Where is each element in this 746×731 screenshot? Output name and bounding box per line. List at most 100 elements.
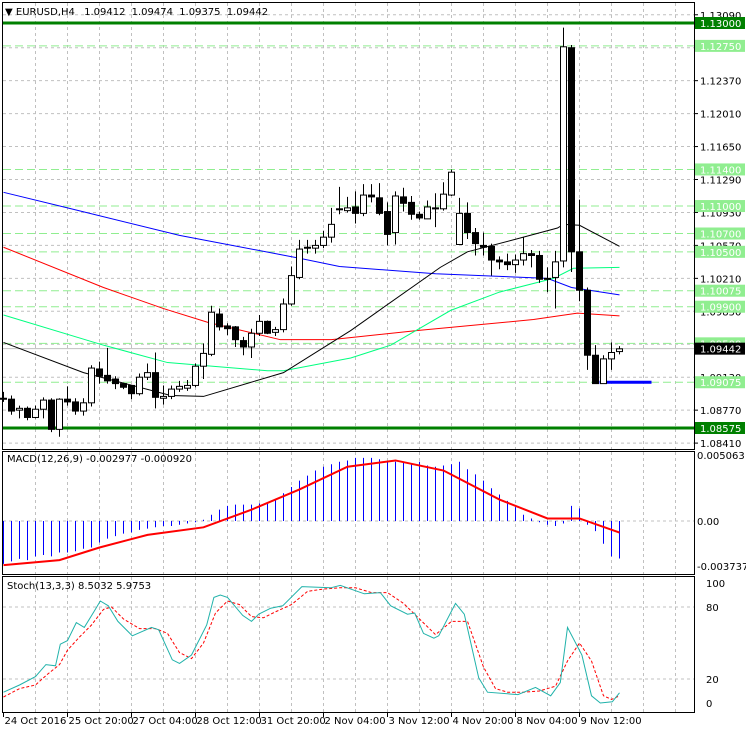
candle bbox=[264, 320, 271, 335]
time-axis-label: 28 Oct 12:00 bbox=[197, 716, 262, 727]
candle-body-bull bbox=[336, 208, 343, 211]
candle-body-bull bbox=[424, 206, 431, 220]
chart-header[interactable]: ▼ EURUSD,H4 1.09412 1.09474 1.09375 1.09… bbox=[5, 7, 268, 18]
macd-axis-label: 0.005063 bbox=[697, 451, 745, 462]
candle-body-bear bbox=[592, 354, 599, 385]
candle-body-bear bbox=[480, 244, 487, 248]
level-label-strong: 1.08575 bbox=[700, 424, 741, 435]
level-label-light: 1.09900 bbox=[700, 303, 741, 314]
time-axis[interactable]: 24 Oct 2016 25 Oct 20:0027 Oct 04:0028 Oc… bbox=[3, 713, 642, 727]
symbol-label: EURUSD,H4 bbox=[16, 7, 75, 18]
candle-body-bear bbox=[216, 313, 223, 328]
candle-body-bear bbox=[152, 372, 159, 398]
candle-body-bull bbox=[552, 261, 559, 278]
stoch-axis-label: 20 bbox=[706, 675, 719, 686]
candle-body-bull bbox=[296, 248, 303, 278]
candle-body-bear bbox=[576, 251, 583, 291]
price-axis-label: 1.10210 bbox=[700, 274, 741, 285]
level-label-light: 1.10500 bbox=[700, 248, 741, 259]
time-axis-label: 24 Oct 2016 bbox=[5, 716, 67, 727]
time-axis-label: 27 Oct 04:00 bbox=[133, 716, 198, 727]
stoch-axis-label: 80 bbox=[706, 603, 719, 614]
candle-body-bull bbox=[312, 244, 319, 249]
candle-body-bull bbox=[344, 207, 351, 212]
candle bbox=[192, 363, 199, 388]
candle-body-bear bbox=[384, 211, 391, 235]
candle-body-bear bbox=[504, 261, 511, 266]
current-price-label: 1.09442 bbox=[700, 345, 741, 356]
candle-body-bear bbox=[496, 259, 503, 263]
price-axis-label: 1.12370 bbox=[700, 77, 741, 88]
candle-body-bear bbox=[104, 374, 111, 382]
price-axis-label: 1.11290 bbox=[700, 176, 741, 187]
candle-body-bull bbox=[608, 351, 615, 360]
candle-body-bear bbox=[408, 201, 415, 215]
triangle-down-icon[interactable]: ▼ bbox=[5, 7, 16, 18]
candle bbox=[600, 355, 607, 385]
candle-body-bull bbox=[328, 223, 335, 238]
candle-body-bear bbox=[48, 399, 55, 430]
candle-body-bear bbox=[400, 196, 407, 204]
price-axis-label: 1.08770 bbox=[700, 406, 741, 417]
candle-body-bull bbox=[272, 329, 279, 333]
candle-body-bear bbox=[528, 253, 535, 256]
candle-body-bull bbox=[360, 194, 367, 214]
candle bbox=[280, 298, 287, 333]
time-axis-label: 2 Nov 04:00 bbox=[325, 716, 386, 727]
candle bbox=[208, 305, 215, 357]
candle bbox=[536, 250, 543, 283]
candle bbox=[88, 365, 95, 407]
level-label-light: 1.11000 bbox=[700, 202, 741, 213]
price-axis-label: 1.11650 bbox=[700, 143, 741, 154]
candle-body-bear bbox=[376, 197, 383, 214]
level-label-light: 1.10700 bbox=[700, 230, 741, 241]
candle-body-bear bbox=[352, 206, 359, 214]
candle bbox=[560, 27, 567, 268]
time-axis-label: 31 Oct 20:00 bbox=[261, 716, 326, 727]
candle-body-bull bbox=[304, 246, 311, 249]
candle-body-bear bbox=[112, 378, 119, 385]
candle bbox=[48, 398, 55, 433]
candle bbox=[136, 373, 143, 396]
candle-body-bear bbox=[24, 407, 31, 418]
candle-body-bull bbox=[520, 253, 527, 261]
macd-axis-label: 0.00 bbox=[697, 517, 719, 528]
level-label-strong: 1.13000 bbox=[700, 19, 741, 30]
candle-body-bull bbox=[288, 275, 295, 305]
candle-body-bear bbox=[584, 289, 591, 356]
price-axis-label: 1.08410 bbox=[700, 439, 741, 450]
candle-body-bull bbox=[136, 376, 143, 395]
candle-body-bull bbox=[256, 320, 263, 334]
candle-body-bull bbox=[440, 193, 447, 210]
close-value: 1.09442 bbox=[227, 7, 268, 18]
low-value: 1.09375 bbox=[179, 7, 220, 18]
level-label-light: 1.12750 bbox=[700, 42, 741, 53]
trading-chart[interactable]: 0.0050630.00-0.003737100802001.130901.12… bbox=[0, 0, 746, 731]
candle-body-bull bbox=[184, 384, 191, 389]
candle-body-bear bbox=[128, 384, 135, 395]
stoch-header: Stoch(13,3,3) 8.5032 5.9753 bbox=[7, 581, 151, 592]
level-label-light: 1.09075 bbox=[700, 378, 741, 389]
candle-body-bear bbox=[8, 398, 15, 412]
candle-body-bull bbox=[16, 407, 23, 411]
stoch-axis-label: 0 bbox=[706, 699, 712, 710]
candle-body-bull bbox=[40, 399, 47, 410]
time-axis-label: 8 Nov 04:00 bbox=[517, 716, 578, 727]
candle bbox=[448, 169, 455, 196]
candle-body-bear bbox=[96, 368, 103, 377]
candle-body-bull bbox=[56, 398, 63, 430]
candle-body-bull bbox=[560, 46, 567, 262]
candle-body-bull bbox=[544, 277, 551, 280]
candle-body-bull bbox=[80, 402, 87, 412]
candle-body-bull bbox=[0, 397, 7, 400]
candle-body-bull bbox=[432, 207, 439, 210]
candle-body-bull bbox=[200, 352, 207, 367]
candle-body-bull bbox=[616, 348, 623, 353]
time-axis-label: 9 Nov 12:00 bbox=[581, 716, 642, 727]
candle-body-bull bbox=[512, 259, 519, 266]
candle-body-bear bbox=[472, 232, 479, 245]
time-axis-label: 4 Nov 20:00 bbox=[453, 716, 514, 727]
candle-body-bear bbox=[240, 340, 247, 348]
candle-body-bull bbox=[32, 408, 39, 418]
candle-body-bull bbox=[392, 195, 399, 234]
